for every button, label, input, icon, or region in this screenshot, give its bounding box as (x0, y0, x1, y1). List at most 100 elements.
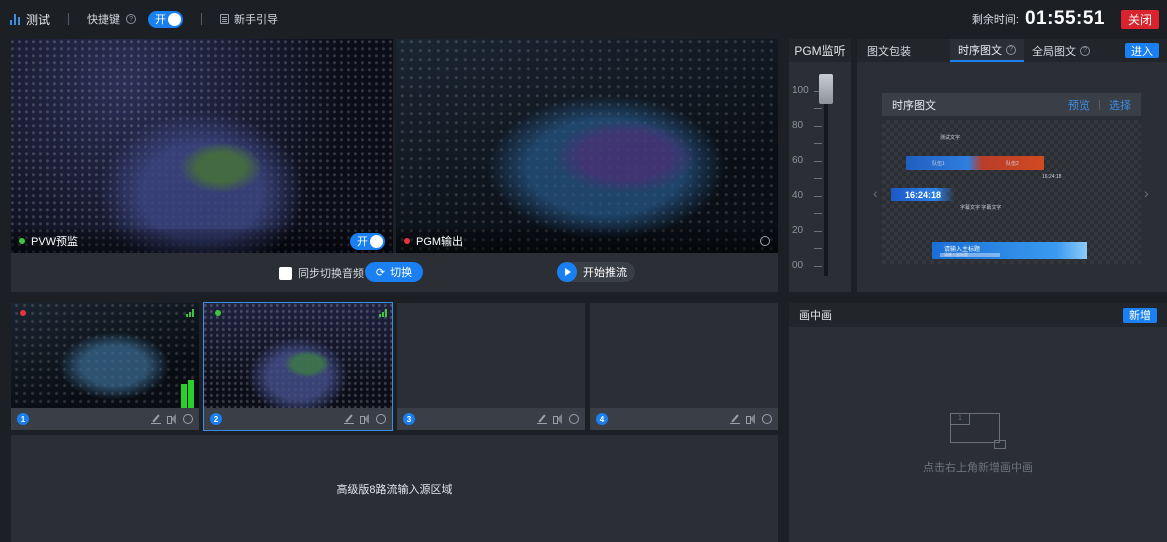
preview-link[interactable]: 预览 (1068, 97, 1090, 113)
source-tools (730, 414, 772, 424)
app-title: 测试 (26, 12, 51, 27)
help-icon[interactable]: ? (1006, 44, 1016, 55)
edit-icon[interactable] (730, 414, 740, 424)
pgm-status-dot (404, 238, 410, 244)
scale-tick (814, 126, 822, 127)
pgm-bar: PGM输出 (396, 229, 778, 253)
divider (201, 13, 203, 25)
enter-button[interactable]: 进入 (1125, 43, 1159, 58)
source-number: 2 (210, 413, 222, 425)
edit-icon[interactable] (537, 414, 547, 424)
gear-icon[interactable] (760, 236, 770, 246)
speaker-icon[interactable] (360, 414, 370, 424)
volume-fader-knob[interactable] (819, 74, 833, 104)
volume-fader-track[interactable] (824, 81, 828, 276)
source-toolbar: 1 (11, 408, 199, 430)
edit-icon[interactable] (344, 414, 354, 424)
pvw-toggle-label: 开 (357, 236, 368, 248)
remaining-label: 剩余时间: (971, 14, 1019, 26)
scale-label: 80 (792, 120, 804, 131)
top-text: 测试文字 (940, 135, 961, 141)
speaker-icon[interactable] (746, 414, 756, 424)
pvw-status-dot (19, 238, 25, 244)
tab-global-graphics[interactable]: 全局图文 ? (1024, 39, 1098, 62)
scoreboard-graphic: 队伍1 队伍2 (906, 156, 1044, 170)
live-dot (20, 310, 26, 316)
signal-icon (186, 309, 194, 317)
pip-icon-number: 1 (950, 413, 970, 425)
start-push-button[interactable]: 开始推流 (557, 262, 635, 282)
advanced-area-text: 高级版8路流输入源区域 (336, 483, 453, 496)
source-slot-1[interactable]: 1 (11, 303, 199, 430)
tab-label: 图文包装 (867, 45, 911, 58)
edit-icon[interactable] (151, 414, 161, 424)
signal-icon (379, 309, 387, 317)
scale-tick (814, 248, 822, 249)
tab-timed-graphics[interactable]: 时序图文 ? (950, 39, 1024, 62)
pvw-preview-video[interactable]: PVW预监 开 (11, 39, 393, 253)
guide-button[interactable]: 新手引导 (220, 11, 278, 27)
picture-in-picture-icon: 1 (950, 413, 1006, 449)
remaining-time: 01:55:51 (1024, 8, 1105, 29)
divider (1099, 99, 1100, 110)
tab-graphics-package[interactable]: 图文包装 (857, 39, 950, 62)
source-number: 1 (17, 413, 29, 425)
pvw-toggle[interactable]: 开 (350, 232, 385, 250)
card-title: 时序图文 (892, 99, 936, 112)
top-bar: 测试 快捷键 ? 开 新手引导 剩余时间: 01:55:51 关闭 (0, 0, 1167, 38)
document-icon (220, 14, 230, 24)
gear-icon[interactable] (762, 414, 772, 424)
source-slot-4[interactable]: 4 (590, 303, 778, 430)
speaker-icon[interactable] (167, 414, 177, 424)
pip-empty-text: 点击右上角新增画中画 (923, 462, 1033, 474)
brand: 测试 (10, 11, 50, 28)
graphics-panel: 图文包装 时序图文 ? 全局图文 ? 进入 ‹ › 时序图文 预览 选择 测试文… (857, 39, 1167, 292)
gear-icon[interactable] (569, 414, 579, 424)
switch-button[interactable]: ⟳ 切换 (365, 262, 423, 282)
tab-label: 时序图文 (958, 44, 1002, 57)
toggle-knob (168, 12, 182, 26)
chevron-left-icon[interactable]: ‹ (873, 185, 878, 201)
source-toolbar: 3 (397, 408, 585, 430)
pip-empty-state: 1 点击右上角新增画中画 (789, 413, 1167, 475)
scale-label: 00 (792, 260, 804, 271)
tab-label: 全局图文 (1032, 45, 1076, 58)
lower-third-graphic: 请输入主标题 请输入副标题 (932, 242, 1087, 259)
hotkey-group: 快捷键 ? 开 (87, 10, 184, 28)
gear-icon[interactable] (376, 414, 386, 424)
scale-tick (814, 143, 822, 144)
source-video[interactable] (204, 303, 392, 408)
gear-icon[interactable] (183, 414, 193, 424)
source-toolbar: 2 (204, 408, 392, 430)
scale-tick (814, 266, 822, 267)
chevron-right-icon[interactable]: › (1144, 185, 1149, 201)
sync-audio-option[interactable]: 同步切换音频 (279, 265, 364, 281)
close-button[interactable]: 关闭 (1121, 9, 1159, 29)
audio-meter (181, 378, 195, 408)
live-dot (215, 310, 221, 316)
source-number: 4 (596, 413, 608, 425)
sync-audio-checkbox[interactable] (279, 266, 292, 280)
pgm-monitor-title: PGM监听 (789, 39, 851, 62)
pgm-output-video[interactable]: PGM输出 (396, 39, 778, 253)
help-icon[interactable]: ? (126, 14, 137, 24)
select-link[interactable]: 选择 (1109, 97, 1131, 113)
source-slot-2[interactable]: 2 (203, 302, 393, 431)
hotkey-toggle-label: 开 (155, 14, 167, 26)
scale-tick (814, 196, 822, 197)
hotkey-toggle[interactable]: 开 (148, 10, 184, 28)
add-pip-button[interactable]: 新增 (1123, 307, 1157, 323)
subtitle-sub: 请输入副标题 (944, 252, 968, 257)
pvw-label: PVW预监 (31, 236, 79, 248)
graphics-preview-canvas[interactable]: 测试文字 队伍1 队伍2 16:24:18 16:24:18 字幕文字 字幕文字… (882, 120, 1141, 264)
timed-graphics-card: 时序图文 预览 选择 测试文字 队伍1 队伍2 16:24:18 16:24:1… (882, 93, 1141, 264)
help-icon[interactable]: ? (1080, 45, 1090, 56)
speaker-icon[interactable] (553, 414, 563, 424)
source-toolbar: 4 (590, 408, 778, 430)
source-video[interactable] (11, 303, 199, 408)
pip-header: 画中画 新增 (789, 303, 1167, 327)
source-tools (344, 414, 386, 424)
source-slot-3[interactable]: 3 (397, 303, 585, 430)
top-right-group: 剩余时间: 01:55:51 关闭 (972, 0, 1159, 38)
card-actions: 预览 选择 (1068, 97, 1131, 113)
